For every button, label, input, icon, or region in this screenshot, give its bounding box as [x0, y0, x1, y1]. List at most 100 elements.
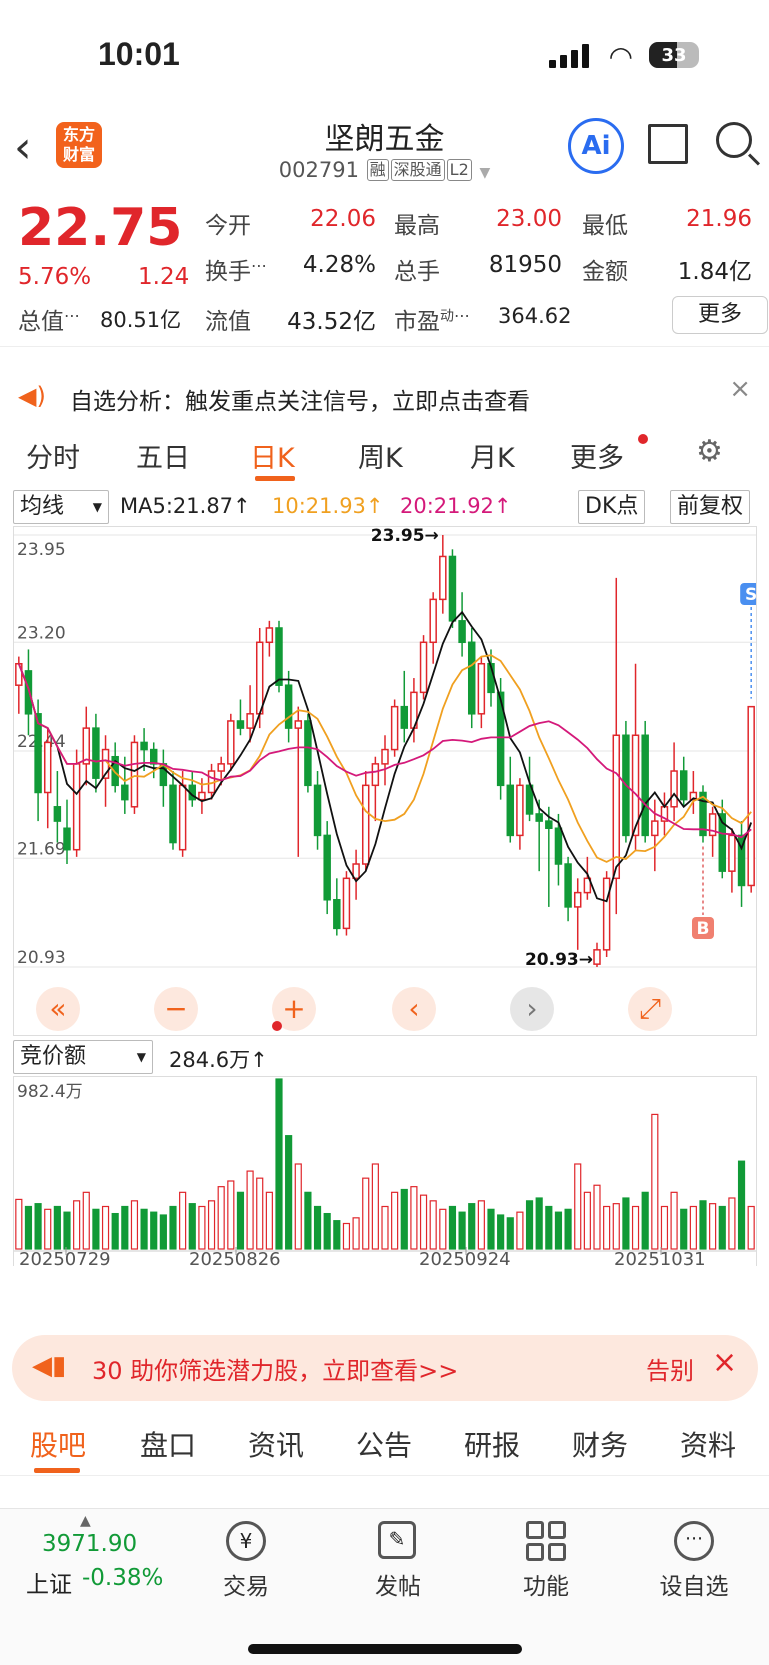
volume-bar: [439, 1208, 447, 1250]
index-value[interactable]: 3971.90: [42, 1531, 137, 1557]
function-icon[interactable]: [526, 1521, 566, 1561]
volume-bar: [603, 1205, 611, 1250]
high-value: 23.00: [496, 206, 562, 232]
next-icon[interactable]: ›: [510, 987, 554, 1031]
volume-bar: [188, 1203, 196, 1250]
volume-bar: [574, 1163, 582, 1250]
tab-finance[interactable]: 财务: [572, 1424, 628, 1464]
tab-daily-k[interactable]: 日K: [250, 436, 295, 475]
banner-text: 30 助你筛选潜力股，立即查看>>: [92, 1357, 459, 1385]
dk-point-button[interactable]: DK点: [578, 490, 646, 524]
tab-profile[interactable]: 资料: [680, 1424, 736, 1464]
indicator-select[interactable]: 均线 ▼: [13, 490, 109, 524]
volume-bar: [419, 1194, 428, 1250]
tab-news[interactable]: 资讯: [248, 1424, 304, 1464]
ma20-value: 20:21.92↑: [400, 494, 512, 518]
float-value: 43.52亿: [287, 309, 376, 335]
volume-bar: [651, 1113, 659, 1250]
volume-bar: [699, 1200, 707, 1250]
open-value: 22.06: [310, 206, 376, 232]
volume-bar: [342, 1222, 351, 1250]
stock-header: ‹ 东方 财富 坚朗五金 002791 融深股通 L2 ▼ Ai: [0, 110, 769, 190]
wifi-icon: ◠: [608, 40, 633, 73]
volume-bar: [246, 1170, 254, 1250]
close-icon[interactable]: ×: [712, 1345, 737, 1380]
more-button[interactable]: 更多: [672, 296, 768, 334]
banner-action[interactable]: 告别: [646, 1351, 694, 1386]
tab-monthly-k[interactable]: 月K: [470, 436, 515, 475]
candle-body: [429, 598, 437, 644]
volume-chart[interactable]: 982.4万 20250729 20250826 20250924 20251031: [13, 1076, 757, 1270]
volume-bar: [458, 1211, 466, 1250]
candle-body: [516, 784, 524, 837]
content-tabs: 股吧 盘口 资讯 公告 研报 财务 资料: [0, 1412, 769, 1476]
ai-button[interactable]: Ai: [568, 118, 624, 174]
tab-guba[interactable]: 股吧: [30, 1424, 86, 1464]
candle-body: [593, 949, 601, 965]
volume-svg: 982.4万 20250729 20250826 20250924 20251031: [14, 1078, 756, 1270]
gear-icon[interactable]: ⚙: [696, 434, 723, 469]
post-label: 发帖: [375, 1574, 421, 1600]
candle-body: [323, 834, 331, 901]
add-watchlist-label[interactable]: 设自选: [648, 1567, 740, 1601]
volume-bar: [737, 1160, 746, 1250]
volume-bar: [121, 1205, 129, 1250]
change-percent: 5.76%: [18, 264, 92, 290]
volume-bar: [631, 1205, 640, 1250]
ma-row: 均线 ▼ MA5:21.87↑ 10:21.93↑ 20:21.92↑ DK点 前…: [0, 490, 769, 526]
volume-bar: [198, 1205, 206, 1250]
volume-bar: [497, 1214, 505, 1250]
search-icon[interactable]: [716, 122, 752, 158]
volume-bar: [294, 1163, 302, 1250]
volume-bar: [487, 1208, 495, 1250]
close-icon[interactable]: ×: [729, 374, 751, 404]
volume-bar: [111, 1212, 119, 1250]
tab-more[interactable]: 更多: [570, 436, 624, 475]
share-icon[interactable]: [648, 124, 688, 164]
candle-body: [747, 705, 755, 887]
zoom-out-icon[interactable]: −: [154, 987, 198, 1031]
ma5-value: MA5:21.87↑: [120, 494, 251, 518]
signal-icon: [549, 44, 589, 68]
candle-body: [333, 899, 341, 930]
volume-bar: [130, 1200, 139, 1250]
prev-icon[interactable]: ‹: [392, 987, 436, 1031]
candle-body: [670, 770, 678, 808]
tab-research[interactable]: 研报: [464, 1424, 520, 1464]
open-label: 今开: [205, 213, 251, 239]
trade-button[interactable]: ¥: [226, 1521, 266, 1561]
low-value: 21.96: [686, 206, 752, 232]
volume-bar: [641, 1191, 649, 1250]
volume-bar: [429, 1200, 437, 1250]
turnover-label: 换手⋯: [205, 256, 267, 285]
tab-weekly-k[interactable]: 周K: [358, 436, 403, 475]
adjust-button[interactable]: 前复权: [670, 490, 751, 524]
x-axis-label: 20251031: [614, 1249, 706, 1267]
tab-pankou[interactable]: 盘口: [140, 1424, 196, 1464]
candle-body: [34, 713, 42, 794]
candle-body: [169, 784, 177, 844]
analysis-notice[interactable]: ◀) 自选分析：触发重点关注信号，立即点击查看 ×: [0, 370, 769, 424]
candle-body: [304, 720, 312, 787]
volume-bar: [227, 1180, 235, 1250]
scroll-left-icon[interactable]: «: [36, 987, 80, 1031]
promo-banner[interactable]: ◀▮ 30 助你筛选潜力股，立即查看>> 告别 ×: [12, 1335, 758, 1401]
volume-select[interactable]: 竞价额 ▼: [13, 1040, 153, 1074]
expand-icon[interactable]: ⤢: [628, 987, 672, 1031]
volume-bar: [236, 1191, 245, 1250]
volume-bar: [275, 1078, 283, 1250]
tab-announce[interactable]: 公告: [356, 1424, 412, 1464]
buy-marker: B: [697, 919, 710, 939]
volume-bar: [506, 1217, 514, 1250]
more-icon[interactable]: ⋯: [674, 1521, 714, 1561]
candle-body: [24, 670, 33, 715]
volume-bar: [265, 1191, 273, 1250]
bottom-bar: ▲ 3971.90 上证 -0.38% ¥ 交易 ✎ 发帖 功能 ⋯ 设自选: [0, 1508, 769, 1665]
candle-body: [602, 877, 611, 951]
tab-five-day[interactable]: 五日: [136, 436, 190, 475]
volume-bar: [63, 1211, 71, 1250]
kline-chart[interactable]: 23.9523.2022.4421.6920.9323.95→20.93→SB …: [13, 526, 763, 1036]
tab-minute[interactable]: 分时: [26, 436, 80, 475]
post-icon[interactable]: ✎: [378, 1521, 416, 1559]
volume-row: 竞价额 ▼ 284.6万↑: [13, 1040, 757, 1074]
